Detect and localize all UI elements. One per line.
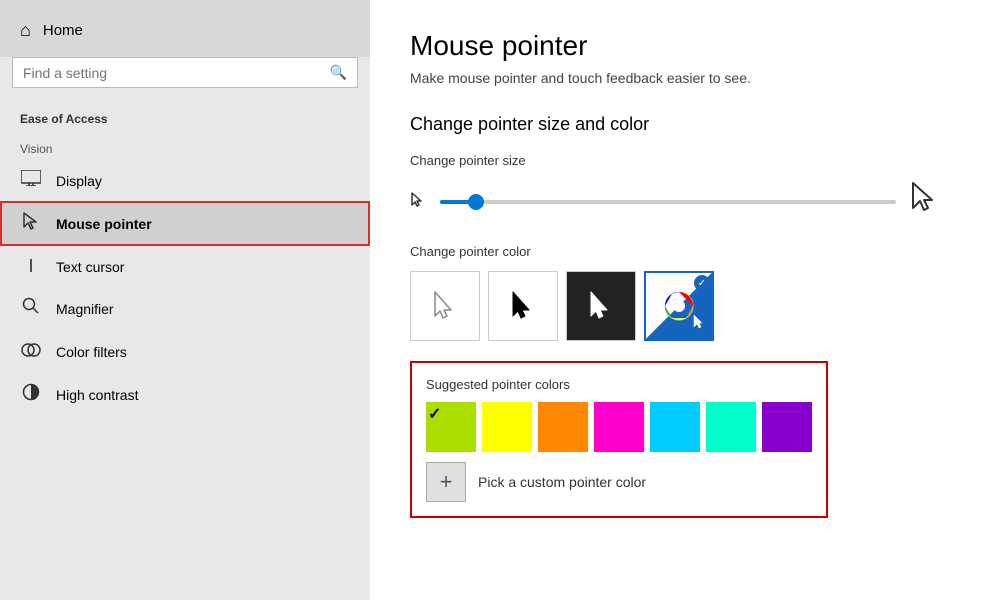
sidebar: ⌂ Home 🔍 Ease of Access Vision Display M… — [0, 0, 370, 600]
sidebar-item-color-filters-label: Color filters — [56, 344, 127, 360]
add-custom-color-button[interactable]: + — [426, 462, 466, 502]
cursor-large-icon — [910, 180, 942, 224]
swatch-purple[interactable] — [762, 402, 812, 452]
pointer-size-label: Change pointer size — [410, 153, 942, 168]
color-filter-icon — [20, 340, 42, 363]
sidebar-item-text-cursor[interactable]: I Text cursor — [0, 246, 370, 287]
sidebar-item-display-label: Display — [56, 173, 102, 189]
pointer-size-slider[interactable] — [440, 200, 896, 204]
sidebar-item-high-contrast-label: High contrast — [56, 387, 138, 403]
magnifier-icon — [20, 297, 42, 320]
pointer-color-options: ✓ — [410, 271, 942, 341]
pointer-color-white[interactable] — [410, 271, 480, 341]
swatch-magenta[interactable] — [594, 402, 644, 452]
custom-color-row: + Pick a custom pointer color — [426, 462, 812, 502]
swatch-yellow[interactable] — [482, 402, 532, 452]
display-icon — [20, 170, 42, 191]
swatch-orange[interactable] — [538, 402, 588, 452]
section-title: Change pointer size and color — [410, 114, 942, 135]
swatch-checkmark: ✓ — [428, 404, 441, 424]
sidebar-item-text-cursor-label: Text cursor — [56, 259, 124, 275]
mouse-pointer-icon — [20, 211, 42, 236]
ease-of-access-label: Ease of Access — [0, 104, 370, 130]
sidebar-item-magnifier[interactable]: Magnifier — [0, 287, 370, 330]
search-icon[interactable]: 🔍 — [330, 64, 347, 81]
pointer-color-black[interactable] — [488, 271, 558, 341]
pointer-color-custom[interactable]: ✓ — [644, 271, 714, 341]
text-cursor-icon: I — [20, 256, 42, 277]
swatch-green-cyan[interactable] — [706, 402, 756, 452]
sidebar-item-display[interactable]: Display — [0, 160, 370, 201]
page-title: Mouse pointer — [410, 30, 942, 62]
search-box: 🔍 — [12, 57, 358, 88]
contrast-icon — [20, 383, 42, 406]
suggested-title: Suggested pointer colors — [426, 377, 812, 392]
pointer-color-label: Change pointer color — [410, 244, 942, 259]
pointer-color-inverted[interactable] — [566, 271, 636, 341]
custom-color-label: Pick a custom pointer color — [478, 474, 646, 490]
sidebar-home-label: Home — [43, 22, 83, 39]
home-icon: ⌂ — [20, 20, 31, 41]
sidebar-item-color-filters[interactable]: Color filters — [0, 330, 370, 373]
suggested-colors-box: Suggested pointer colors ✓ + Pick a cust… — [410, 361, 828, 518]
color-swatches: ✓ — [426, 402, 812, 452]
sidebar-item-mouse-label: Mouse pointer — [56, 216, 152, 232]
vision-label: Vision — [0, 130, 370, 160]
swatch-cyan[interactable] — [650, 402, 700, 452]
cursor-small-icon — [410, 191, 426, 214]
sidebar-item-high-contrast[interactable]: High contrast — [0, 373, 370, 416]
sidebar-item-mouse-pointer[interactable]: Mouse pointer — [0, 201, 370, 246]
sidebar-item-home[interactable]: ⌂ Home — [0, 0, 370, 57]
search-input[interactable] — [23, 65, 322, 81]
sidebar-item-magnifier-label: Magnifier — [56, 301, 114, 317]
page-subtitle: Make mouse pointer and touch feedback ea… — [410, 70, 942, 86]
main-content: Mouse pointer Make mouse pointer and tou… — [370, 0, 982, 600]
selected-checkmark: ✓ — [694, 275, 710, 291]
pointer-size-slider-row — [410, 180, 942, 224]
swatch-green-yellow[interactable]: ✓ — [426, 402, 476, 452]
slider-thumb — [468, 194, 484, 210]
